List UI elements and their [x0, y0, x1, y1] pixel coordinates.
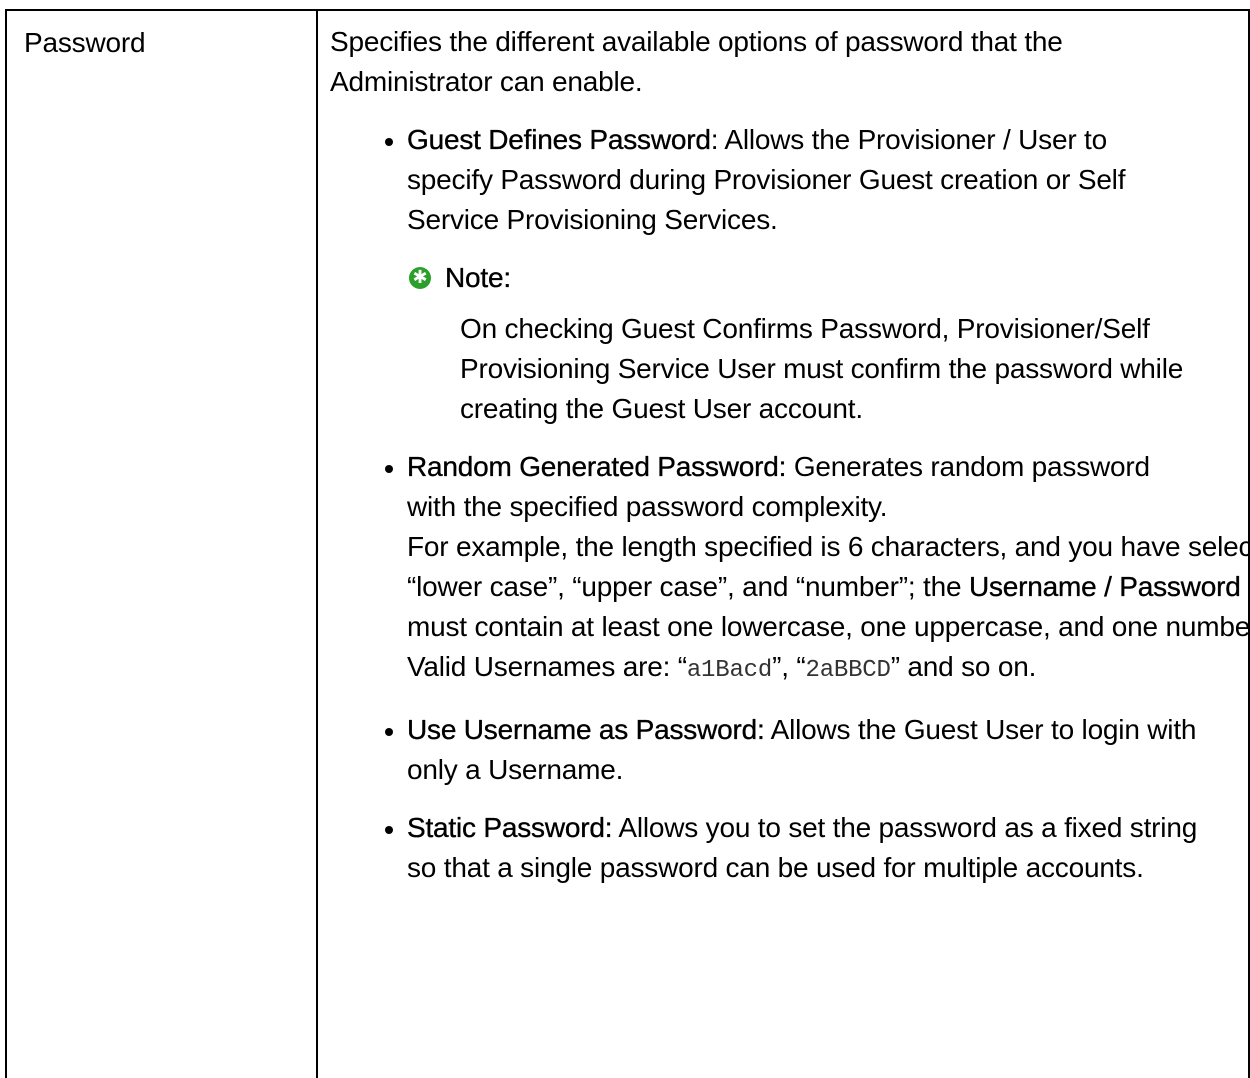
- option-use-username-as-password: Use Username as Password: Allows the Gue…: [330, 710, 1199, 790]
- password-options-list: Guest Defines Password: Allows the Provi…: [330, 120, 1250, 888]
- example-paragraph: For example, the length specified is 6 c…: [407, 527, 1250, 691]
- example-code-1: a1Bacd: [686, 657, 773, 684]
- option-name: Static Password:: [407, 812, 613, 843]
- note-text: On checking Guest Confirms Password, Pro…: [460, 313, 1184, 424]
- option-guest-defines-password: Guest Defines Password: Allows the Provi…: [330, 120, 1199, 429]
- example-code-2: 2aBBCD: [805, 657, 891, 684]
- option-name: Use Username as Password:: [407, 714, 765, 745]
- row-description: Specifies the different available option…: [330, 22, 1250, 888]
- example-text-mid: ”, “: [772, 651, 806, 682]
- note-header: ✱ Note:: [407, 258, 1199, 298]
- table-top-border: [5, 9, 1250, 11]
- option-name: Random Generated Password:: [407, 451, 787, 482]
- example-text-end: ” and so on.: [890, 651, 1037, 682]
- example-bold-term: Username / Password: [968, 571, 1241, 602]
- option-name: Guest Defines Password: [407, 124, 711, 155]
- note-label: Note:: [445, 262, 511, 293]
- option-separator: [786, 451, 794, 482]
- bullet-icon: [385, 465, 393, 473]
- bullet-icon: [385, 138, 393, 146]
- table-left-border: [5, 9, 7, 1078]
- row-term: Password: [24, 27, 146, 58]
- option-static-password: Static Password: Allows you to set the p…: [330, 808, 1199, 888]
- option-separator: :: [710, 124, 725, 155]
- option-random-generated-password: Random Generated Password: Generates ran…: [330, 447, 1250, 691]
- note-star-icon: ✱: [409, 267, 431, 289]
- table-column-divider: [316, 9, 318, 1078]
- description-intro: Specifies the different available option…: [330, 26, 1063, 97]
- bullet-icon: [385, 728, 393, 736]
- bullet-icon: [385, 826, 393, 834]
- note-block: ✱ Note: On checking Guest Confirms Passw…: [407, 258, 1199, 429]
